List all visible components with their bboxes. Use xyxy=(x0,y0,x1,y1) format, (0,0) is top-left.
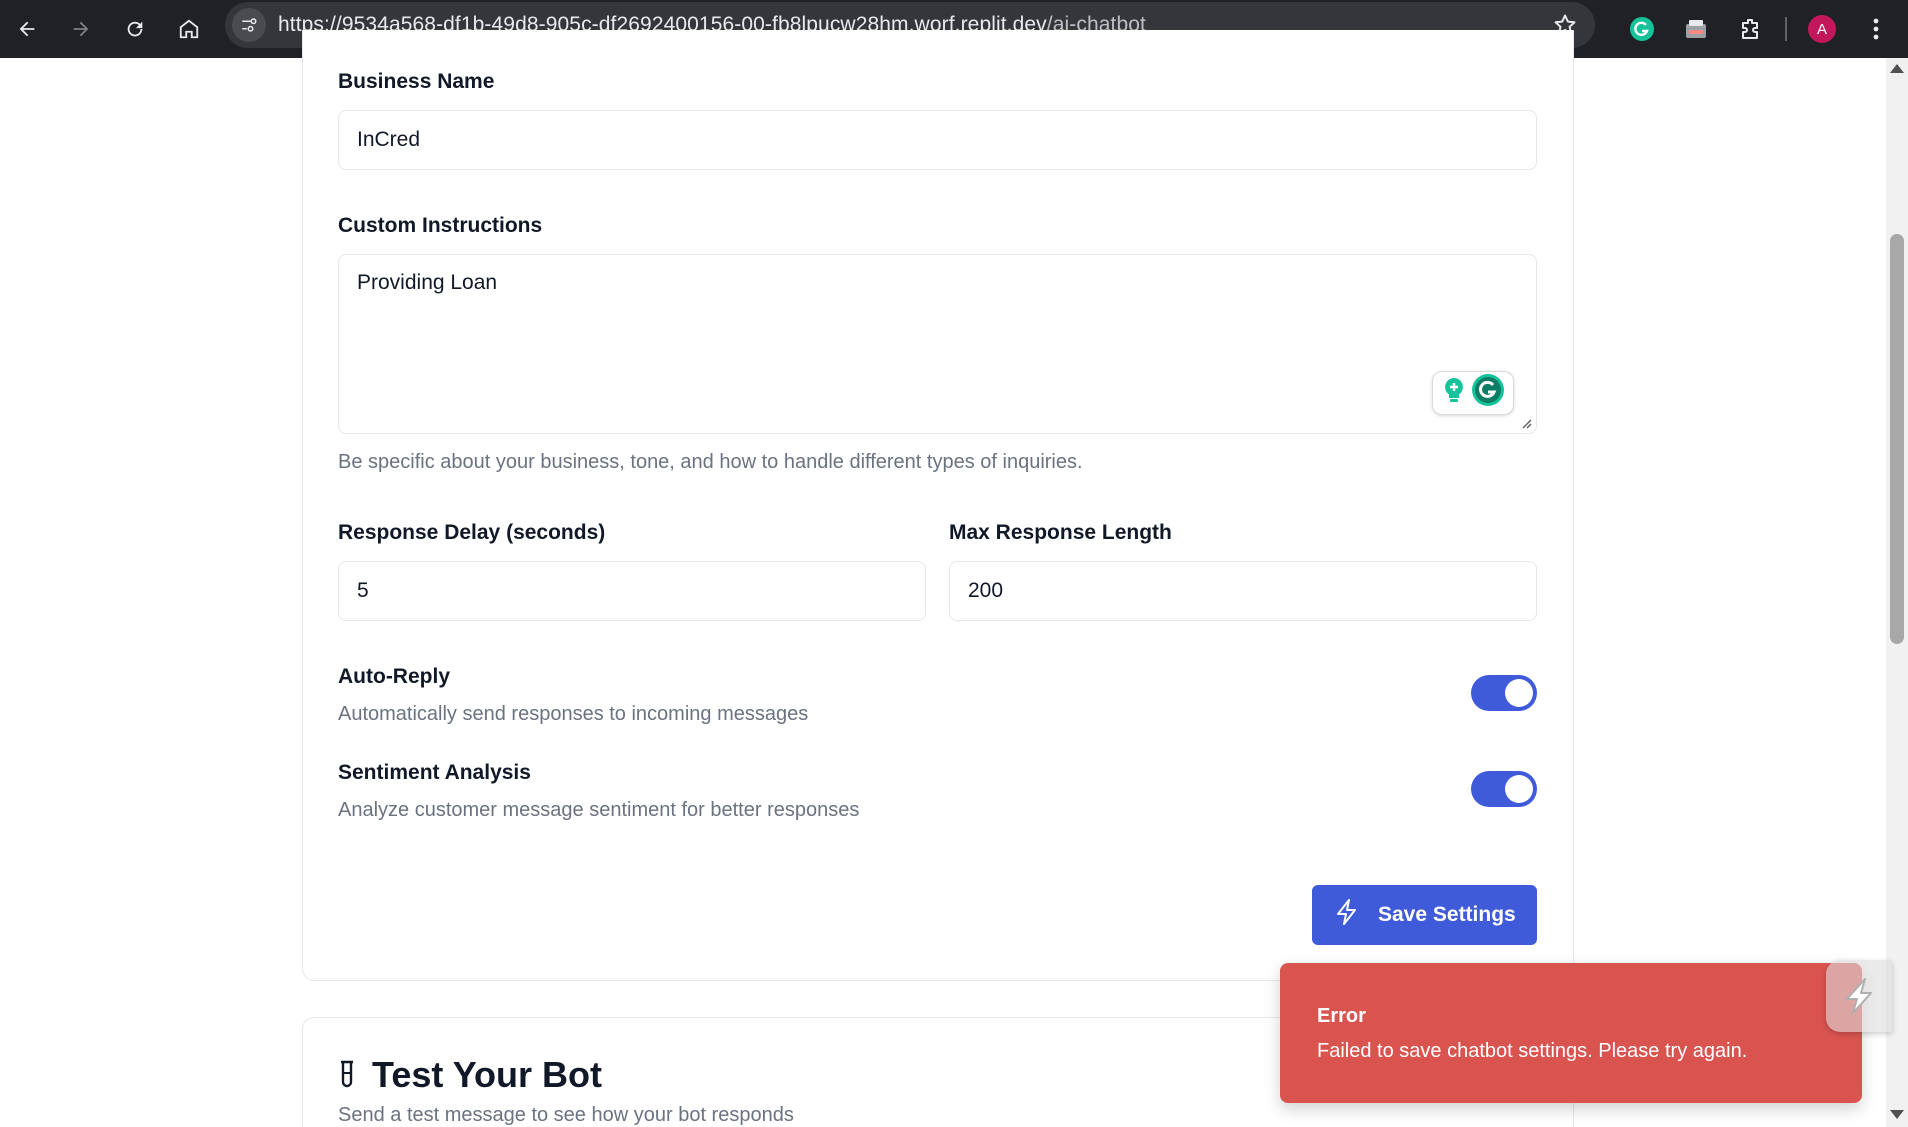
response-delay-input[interactable]: 5 xyxy=(338,561,926,621)
reload-icon[interactable] xyxy=(108,0,162,58)
back-icon[interactable] xyxy=(0,0,54,58)
test-bot-heading: Test Your Bot xyxy=(338,1054,602,1096)
custom-instructions-textarea[interactable]: Providing Loan xyxy=(338,254,1537,434)
lightning-icon xyxy=(1336,899,1358,931)
test-bot-title: Test Your Bot xyxy=(372,1054,603,1095)
test-tube-icon xyxy=(338,1060,356,1090)
resize-handle-icon[interactable] xyxy=(1520,417,1532,429)
max-response-length-input[interactable]: 200 xyxy=(949,561,1537,621)
save-settings-label: Save Settings xyxy=(1378,903,1516,926)
business-name-input[interactable]: InCred xyxy=(338,110,1537,170)
extension-icon[interactable] xyxy=(1669,0,1723,58)
auto-reply-label: Auto-Reply xyxy=(338,665,450,688)
profile-initial: A xyxy=(1808,15,1836,43)
scrollbar-thumb[interactable] xyxy=(1890,234,1904,644)
site-info-icon[interactable] xyxy=(232,8,266,42)
profile-avatar[interactable]: A xyxy=(1795,0,1849,58)
error-toast[interactable]: Error Failed to save chatbot settings. P… xyxy=(1280,963,1862,1103)
grammarly-extension-icon[interactable] xyxy=(1615,0,1669,58)
grammarly-g-icon[interactable] xyxy=(1471,373,1505,413)
replit-assistant-icon[interactable] xyxy=(1826,960,1892,1032)
custom-instructions-text: Providing Loan xyxy=(357,271,498,294)
toolbar-divider xyxy=(1785,17,1787,41)
extensions-area: A xyxy=(1615,0,1903,58)
sentiment-analysis-label: Sentiment Analysis xyxy=(338,761,531,784)
lightbulb-icon[interactable] xyxy=(1441,376,1467,410)
auto-reply-toggle[interactable] xyxy=(1471,675,1537,711)
custom-instructions-label: Custom Instructions xyxy=(338,214,543,237)
puzzle-extensions-icon[interactable] xyxy=(1723,0,1777,58)
kebab-menu-icon[interactable] xyxy=(1849,0,1903,58)
sentiment-analysis-description: Analyze customer message sentiment for b… xyxy=(338,799,860,821)
toast-title: Error xyxy=(1317,1005,1366,1027)
custom-instructions-help: Be specific about your business, tone, a… xyxy=(338,451,1083,473)
chatbot-settings-card xyxy=(302,30,1574,981)
toggle-knob xyxy=(1505,775,1533,803)
business-name-label: Business Name xyxy=(338,70,495,93)
test-bot-subtitle: Send a test message to see how your bot … xyxy=(338,1104,794,1126)
forward-icon[interactable] xyxy=(54,0,108,58)
response-delay-label: Response Delay (seconds) xyxy=(338,521,606,544)
toggle-knob xyxy=(1505,679,1533,707)
sentiment-analysis-toggle[interactable] xyxy=(1471,771,1537,807)
auto-reply-description: Automatically send responses to incoming… xyxy=(338,703,809,725)
scroll-down-arrow-icon[interactable] xyxy=(1890,1110,1904,1119)
save-settings-button[interactable]: Save Settings xyxy=(1312,885,1537,945)
scroll-up-arrow-icon[interactable] xyxy=(1890,64,1904,73)
max-response-length-label: Max Response Length xyxy=(949,521,1172,544)
home-icon[interactable] xyxy=(162,0,216,58)
grammarly-widget[interactable] xyxy=(1432,371,1514,415)
toast-message: Failed to save chatbot settings. Please … xyxy=(1317,1040,1748,1062)
